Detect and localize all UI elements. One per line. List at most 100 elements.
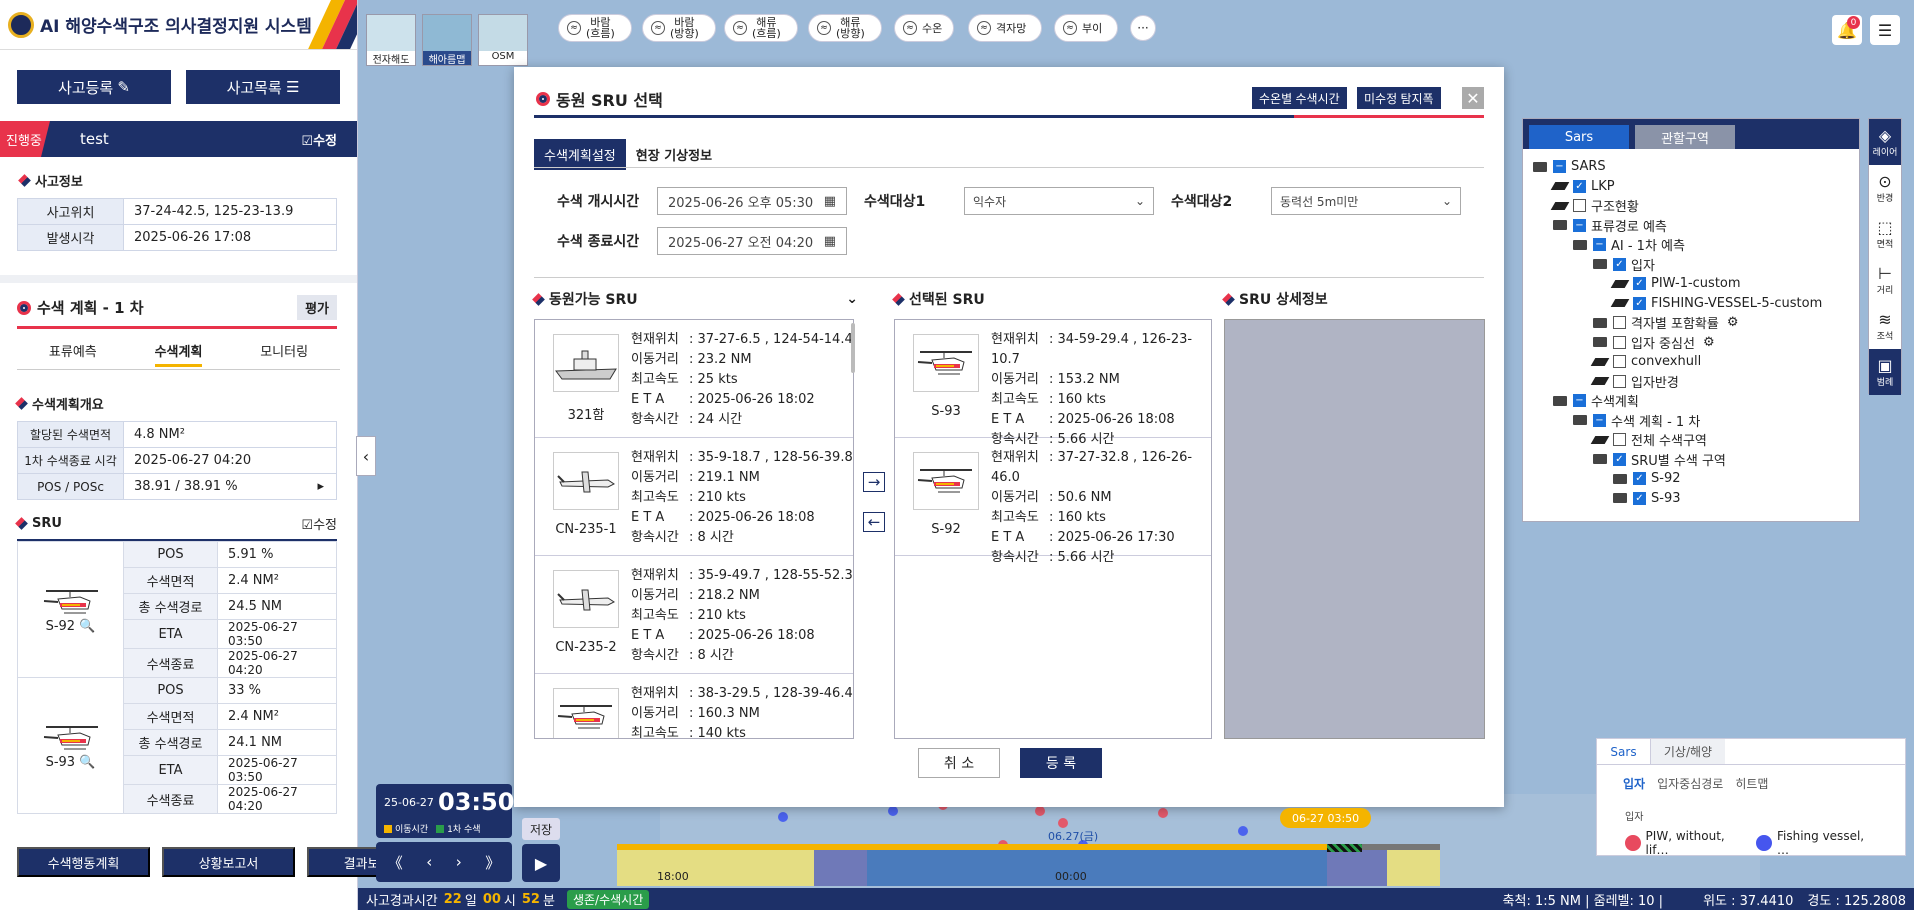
collapse-sidebar-icon[interactable]: ‹ (356, 436, 376, 476)
prev-icon[interactable]: ‹ (426, 853, 432, 871)
layer-wind-direction-button[interactable]: ≈ 바람 (방향) (642, 14, 716, 42)
checkbox[interactable]: ✓ (1633, 491, 1646, 505)
checkbox[interactable]: ✓ (1613, 257, 1626, 271)
save-button[interactable]: 저장 (522, 818, 560, 840)
selected-sru-list[interactable]: S-93 현재위치: 34-59-29.4 , 126-23-10.7 이동거리: … (894, 319, 1212, 739)
checkbox[interactable]: ✓ (1633, 277, 1646, 291)
incident-list-button[interactable]: 사고목록 ☰ (186, 70, 340, 104)
checkbox[interactable]: ✓ (1633, 296, 1646, 310)
incident-register-button[interactable]: 사고등록 ✎ (17, 70, 171, 104)
checkbox[interactable] (1613, 316, 1626, 330)
basemap-enc[interactable]: 전자해도 (366, 14, 416, 66)
target2-select[interactable]: 동력선 5m미만 ⌄ (1271, 187, 1461, 215)
basemap-osm[interactable]: OSM (478, 14, 528, 66)
sru-card[interactable]: S-93 현재위치: 34-59-29.4 , 126-23-10.7 이동거리: … (895, 320, 1211, 447)
tree-item[interactable]: 입자 중심선 ⚙ (1523, 333, 1859, 353)
tree-item[interactable]: 구조현황 (1523, 196, 1859, 216)
layer-grid-button[interactable]: ≈ 격자망 (968, 14, 1042, 42)
remove-arrow-icon[interactable]: ← (863, 512, 885, 532)
checkbox[interactable]: − (1593, 238, 1606, 252)
checkbox[interactable]: − (1573, 394, 1586, 408)
tab-monitoring[interactable]: 모니터링 (260, 341, 308, 367)
tab-drift[interactable]: 표류예측 (49, 341, 97, 367)
checkbox[interactable]: ✓ (1633, 472, 1646, 486)
tree-item[interactable]: 입자반경 (1523, 372, 1859, 392)
tab-weather[interactable]: 현장 기상정보 (626, 139, 722, 170)
cancel-button[interactable]: 취 소 (918, 748, 1000, 778)
tree-item[interactable]: ✓ SRU별 수색 구역 (1523, 450, 1859, 470)
action-plan-button[interactable]: 수색행동계획 (17, 847, 150, 877)
legend-subtab-heatmap[interactable]: 히트맵 (1735, 775, 1768, 792)
tool-tide-button[interactable]: ≋ 조석 (1869, 303, 1901, 349)
sru-card[interactable]: 현재위치: 38-3-29.5 , 128-39-46.4 이동거리: 160.3… (535, 674, 853, 738)
legend-subtab-particle[interactable]: 입자 (1623, 775, 1645, 792)
tree-item[interactable]: ✓ S-93 (1523, 489, 1859, 509)
layer-current-direction-button[interactable]: ≈ 해류 (방향) (808, 14, 882, 42)
checkbox[interactable]: − (1593, 413, 1606, 427)
checkbox[interactable]: − (1553, 160, 1566, 174)
add-arrow-icon[interactable]: → (863, 472, 885, 492)
search-icon[interactable]: 🔍 (79, 619, 95, 634)
target1-select[interactable]: 익수자 ⌄ (964, 187, 1154, 215)
sru-card[interactable]: CN-235-1 현재위치: 35-9-18.7 , 128-56-39.8 이동거… (535, 438, 853, 556)
basemap-haerum[interactable]: 해아름맵 (422, 14, 472, 66)
tree-item[interactable]: − 수색계획 (1523, 391, 1859, 411)
water-temp-time-button[interactable]: 수온별 수색시간 (1252, 87, 1347, 109)
legend-subtab-centerline[interactable]: 입자중심경로 (1657, 775, 1723, 792)
menu-icon[interactable]: ☰ (1870, 15, 1900, 45)
checkbox[interactable] (1613, 335, 1626, 349)
search-icon[interactable]: 🔍 (79, 755, 95, 770)
tool-distance-button[interactable]: ⊢ 거리 (1869, 257, 1901, 303)
available-sru-list[interactable]: 321함 현재위치: 37-27-6.5 , 124-54-14.4 이동거리: 2… (534, 319, 854, 739)
tree-item[interactable]: − 수색 계획 - 1 차 (1523, 411, 1859, 431)
tab-search-plan[interactable]: 수색계획 (154, 341, 203, 367)
tab-jurisdiction[interactable]: 관할구역 (1635, 125, 1735, 149)
tool-legend-button[interactable]: ▣ 범례 (1869, 349, 1901, 395)
situation-report-button[interactable]: 상황보고서 (162, 847, 295, 877)
timeline-track[interactable]: 18:00 00:00 (617, 844, 1440, 886)
tree-item[interactable]: − 표류경로 예측 (1523, 216, 1859, 236)
tree-item[interactable]: 전체 수색구역 (1523, 430, 1859, 450)
tree-item[interactable]: convexhull (1523, 352, 1859, 372)
tool-layer-button[interactable]: ◈ 레이어 (1869, 119, 1901, 165)
checkbox[interactable] (1613, 355, 1626, 369)
tree-item[interactable]: 격자별 포함확률 ⚙ (1523, 313, 1859, 333)
survival-badge[interactable]: 생존/수색시간 (566, 889, 650, 909)
first-icon[interactable]: 《 (388, 852, 403, 873)
end-time-input[interactable]: 2025-06-27 오전 04:20 ▦ (657, 227, 847, 255)
gear-icon[interactable]: ⚙ (1703, 335, 1715, 350)
tool-radius-button[interactable]: ⊙ 반경 (1869, 165, 1901, 211)
close-icon[interactable]: ✕ (1462, 87, 1484, 109)
start-time-input[interactable]: 2025-06-26 오후 05:30 ▦ (657, 187, 847, 215)
legend-tab-sars[interactable]: Sars (1597, 739, 1651, 764)
layer-current-flow-button[interactable]: ≈ 해류 (흐름) (724, 14, 798, 42)
tree-item[interactable]: ✓ PIW-1-custom (1523, 274, 1859, 294)
play-icon[interactable]: ▶ (522, 844, 560, 882)
chevron-down-icon[interactable]: ⌄ (846, 291, 858, 307)
tab-sars[interactable]: Sars (1529, 125, 1629, 149)
tab-search-settings[interactable]: 수색계획설정 (534, 139, 626, 170)
incident-edit-button[interactable]: ☑수정 (301, 130, 337, 149)
sru-card[interactable]: CN-235-2 현재위치: 35-9-49.7 , 128-55-52.3 이동거… (535, 556, 853, 674)
register-button[interactable]: 등 록 (1020, 748, 1102, 778)
checkbox[interactable] (1613, 374, 1626, 388)
layer-buoy-button[interactable]: ≈ 부이 (1054, 14, 1118, 42)
tree-item[interactable]: ✓ LKP (1523, 177, 1859, 197)
checkbox[interactable]: ✓ (1613, 452, 1626, 466)
more-icon[interactable]: ··· (1130, 15, 1156, 41)
checkbox[interactable] (1613, 433, 1626, 447)
checkbox[interactable] (1573, 199, 1586, 213)
checkbox[interactable]: ✓ (1573, 179, 1586, 193)
last-icon[interactable]: 》 (485, 852, 500, 873)
bell-icon[interactable]: 🔔 0 (1832, 15, 1862, 45)
next-icon[interactable]: › (456, 853, 462, 871)
tree-item[interactable]: − AI - 1차 예측 (1523, 235, 1859, 255)
evaluate-button[interactable]: 평가 (297, 295, 337, 320)
sru-card[interactable]: S-92 현재위치: 37-27-32.8 , 126-26-46.0 이동거리: … (895, 438, 1211, 565)
sru-card[interactable]: 321함 현재위치: 37-27-6.5 , 124-54-14.4 이동거리: 2… (535, 320, 853, 438)
checkbox[interactable]: − (1573, 218, 1586, 232)
sweep-width-button[interactable]: 미수정 탐지폭 (1357, 87, 1441, 109)
tree-item[interactable]: ✓ FISHING-VESSEL-5-custom (1523, 294, 1859, 314)
gear-icon[interactable]: ⚙ (1727, 315, 1739, 330)
layer-wind-flow-button[interactable]: ≈ 바람 (흐름) (558, 14, 632, 42)
